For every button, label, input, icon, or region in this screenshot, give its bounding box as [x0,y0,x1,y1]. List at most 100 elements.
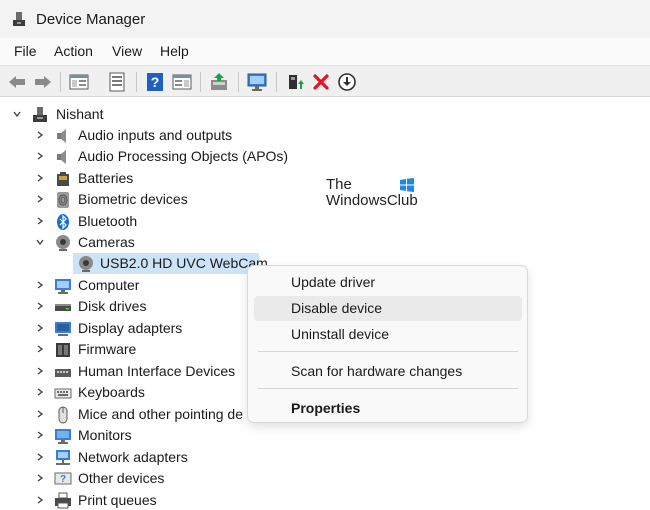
chevron-down-icon[interactable] [11,108,23,120]
ctx-properties[interactable]: Properties [254,396,522,421]
action-pane-button[interactable] [171,71,193,93]
tree-item-label: Print queues [78,492,157,508]
tree-item-cameras[interactable]: Cameras [0,232,650,253]
webcam-icon [79,256,93,272]
chevron-right-icon[interactable] [34,150,46,162]
chevron-right-icon[interactable] [34,129,46,141]
uninstall-device-button[interactable] [310,71,332,93]
unknown-device-icon: ? [54,472,72,485]
ctx-item-label: Properties [291,400,361,416]
scan-hardware-button[interactable] [246,71,268,93]
disk-drive-icon [55,304,71,311]
keyboard-icon [54,388,72,399]
menu-action[interactable]: Action [54,43,93,59]
chevron-right-icon[interactable] [34,472,46,484]
tree-item-label: Network adapters [78,449,188,465]
help-icon: ? [147,73,163,91]
webcam-icon [56,235,70,251]
windows-logo-icon [400,178,414,192]
chevron-right-icon[interactable] [34,322,46,334]
enable-device-button[interactable] [284,71,306,93]
chevron-right-icon[interactable] [34,193,46,205]
chevron-right-icon[interactable] [34,408,46,420]
toolbar: ? [0,65,650,97]
ctx-item-label: Disable device [291,300,383,316]
tree-item-audio-inputs[interactable]: Audio inputs and outputs [0,125,650,146]
tree-root-row[interactable]: Nishant [0,104,650,125]
chevron-right-icon[interactable] [34,365,46,377]
chevron-right-icon[interactable] [34,429,46,441]
ctx-update-driver[interactable]: Update driver [254,270,522,295]
device-manager-icon [13,12,25,26]
tree-item-print-queues[interactable]: Print queues [0,490,650,510]
menu-view[interactable]: View [112,43,142,59]
tree-item-network-adapters[interactable]: Network adapters [0,447,650,468]
tree-item-batteries[interactable]: Batteries [0,168,650,189]
tree-item-label: Audio inputs and outputs [78,127,233,143]
disable-device-button[interactable] [336,71,358,93]
toolbar-separator [276,72,277,92]
tree-item-label: Audio Processing Objects (APOs) [78,148,289,164]
enable-device-icon [289,75,304,89]
menu-help[interactable]: Help [160,43,189,59]
help-button[interactable]: ? [144,71,166,93]
show-hide-console-button[interactable] [68,71,90,93]
tree-item-label: Other devices [78,470,165,486]
update-driver-button[interactable] [208,71,230,93]
chevron-right-icon[interactable] [34,172,46,184]
tree-item-label: Human Interface Devices [78,363,236,379]
tree-item-label: Keyboards [78,384,145,400]
tree-item-label: Display adapters [78,320,183,336]
window-title: Device Manager [36,11,146,28]
properties-button[interactable] [106,71,128,93]
tree-item-label: Firmware [78,341,137,357]
ctx-item-label: Scan for hardware changes [291,363,463,379]
watermark-line1: The [326,176,352,193]
tree-item-label: Monitors [78,427,132,443]
context-menu: Update driver Disable device Uninstall d… [247,265,528,423]
tree-item-label: Biometric devices [78,191,188,207]
update-driver-icon [211,73,227,90]
forward-button[interactable] [32,71,54,93]
chevron-right-icon[interactable] [34,494,46,506]
chevron-right-icon[interactable] [34,343,46,355]
toolbar-separator [200,72,201,92]
ctx-separator [258,388,518,389]
ctx-disable-device[interactable]: Disable device [254,296,522,321]
chevron-down-icon[interactable] [34,236,46,248]
chevron-right-icon[interactable] [34,215,46,227]
console-tree-icon [172,74,192,90]
chevron-right-icon[interactable] [34,279,46,291]
tree-item-other-devices[interactable]: ? Other devices [0,468,650,489]
ctx-scan-hardware[interactable]: Scan for hardware changes [254,359,522,384]
tree-item-audio-processing[interactable]: Audio Processing Objects (APOs) [0,146,650,167]
tree-item-label: Bluetooth [78,213,138,229]
ctx-separator [258,351,518,352]
menu-file[interactable]: File [14,43,37,59]
tree-item-label: Disk drives [78,298,147,314]
speaker-icon [57,150,66,164]
properties-pane-icon [69,74,89,90]
watermark-line2: WindowsClub [326,192,418,209]
tree-item-label: Cameras [78,234,135,250]
scan-monitor-icon [247,73,267,91]
chevron-right-icon[interactable] [34,451,46,463]
disable-device-icon [338,73,356,91]
tree-root-label: Nishant [56,106,104,122]
monitor-icon [55,429,71,444]
menu-bar: File Action View Help [0,38,650,65]
tree-item-label: USB2.0 HD UVC WebCam [100,255,268,271]
tree-item-bluetooth[interactable]: Bluetooth [0,211,650,232]
back-button[interactable] [6,71,28,93]
chevron-right-icon[interactable] [34,300,46,312]
bluetooth-icon [57,214,69,230]
battery-icon [57,172,69,186]
toolbar-separator [238,72,239,92]
ctx-uninstall-device[interactable]: Uninstall device [254,322,522,347]
forward-icon [35,76,51,88]
tree-item-monitors[interactable]: Monitors [0,425,650,446]
firmware-chip-icon [56,343,70,357]
chevron-right-icon[interactable] [34,386,46,398]
document-icon [109,72,125,92]
tree-item-biometric[interactable]: Biometric devices [0,189,650,210]
